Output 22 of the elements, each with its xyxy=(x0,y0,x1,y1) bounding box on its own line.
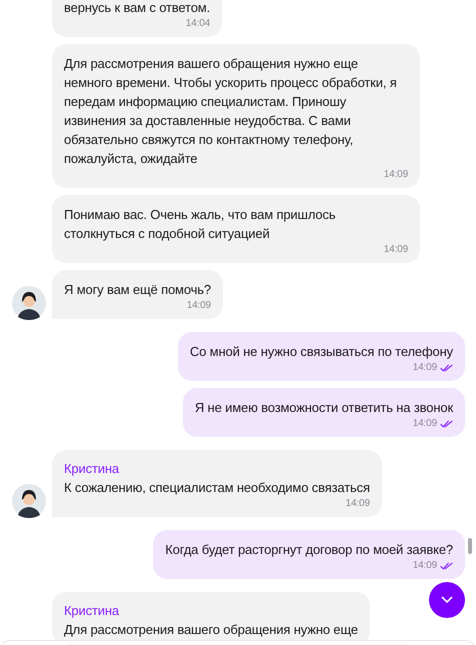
message-text: Я не имею возможности ответить на звонок xyxy=(194,399,453,417)
message-text: Понимаю вас. Очень жаль, что вам пришлось столкнуться с подобной ситуацией xyxy=(64,206,336,243)
message-text: Для рассмотрения вашего обращения нужно еще xyxy=(64,621,358,639)
message-time: 14:09 xyxy=(186,299,211,313)
message-time: 14:09 xyxy=(412,361,437,375)
message-time: 14:09 xyxy=(384,168,408,182)
message-time: 14:09 xyxy=(412,417,437,431)
chevron-down-icon xyxy=(441,596,453,604)
message-time: 14:09 xyxy=(384,243,408,257)
scroll-down-button[interactable] xyxy=(429,582,465,618)
message-text: Я могу вам ещё помочь? xyxy=(64,281,211,299)
message-time: 14:09 xyxy=(412,559,437,573)
message-text: Когда будет расторгнут договор по моей заявке? xyxy=(165,541,453,559)
sender-name: Кристина xyxy=(64,460,120,478)
scrollbar-thumb[interactable] xyxy=(468,538,472,554)
message-time: 14:09 xyxy=(346,497,370,511)
message-text: вернусь к вам с ответом. xyxy=(64,0,210,17)
message-text: Для рассмотрения вашего обращения нужно еще немного времени. Чтобы ускорить процесс обработки, я передам информацию специалистам. Приношу извинения за доставленные неудобства. С вами обязательно свяжутся по контактному телефону, пожалуйста, ожидайте xyxy=(64,55,398,168)
message-text: К сожалению, специалистам необходимо связаться xyxy=(64,479,370,497)
message-text: Со мной не нужно связываться по телефону xyxy=(190,343,453,361)
sender-name: Кристина xyxy=(64,602,120,620)
message-time: 14:04 xyxy=(186,17,210,31)
